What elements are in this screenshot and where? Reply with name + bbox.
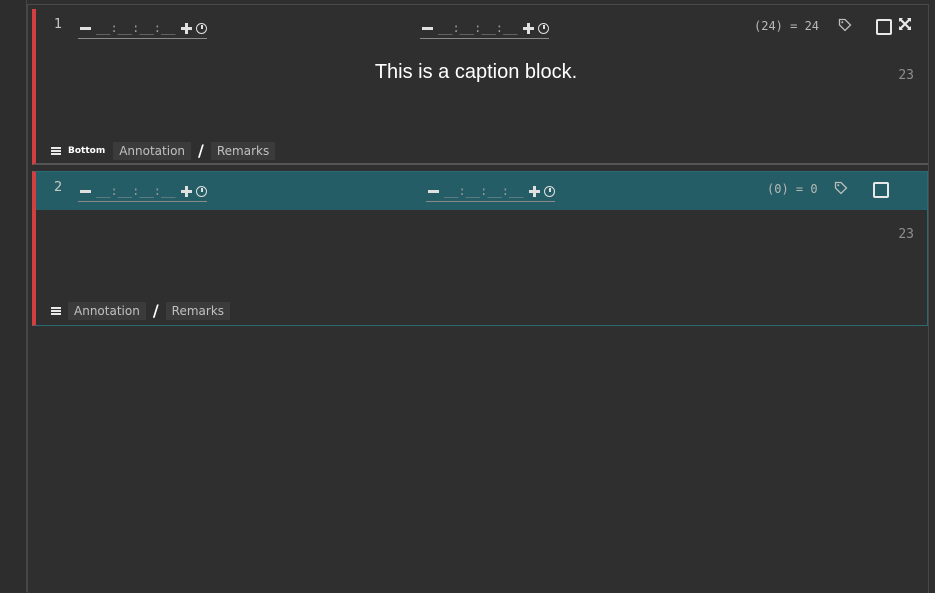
caption-text[interactable]: This is a caption block.	[36, 61, 916, 84]
block-number: 1	[54, 17, 63, 32]
block-number: 2	[54, 180, 63, 195]
tag-icon[interactable]	[834, 181, 848, 195]
end-timecode-group: __:__:__:__	[426, 182, 556, 202]
char-count: 23	[898, 68, 914, 83]
clock-icon[interactable]	[196, 22, 208, 34]
plus-icon[interactable]	[179, 184, 193, 198]
block-header: 1 __:__:__:__ __:__:__:__ (24) = 24	[36, 9, 928, 45]
char-count: 23	[898, 227, 914, 242]
expand-icon[interactable]	[898, 17, 912, 31]
plus-icon[interactable]	[521, 21, 535, 35]
end-timecode-input[interactable]: __:__:__:__	[444, 184, 523, 198]
end-timecode-group: __:__:__:__	[420, 19, 550, 39]
start-timecode-group: __:__:__:__	[78, 19, 208, 39]
caption-list: 1 __:__:__:__ __:__:__:__ (24) = 24 This…	[27, 4, 929, 593]
clock-icon[interactable]	[196, 185, 208, 197]
layers-icon	[51, 146, 61, 155]
remarks-button[interactable]: Remarks	[165, 301, 231, 320]
duration-readout: (24) = 24	[754, 19, 820, 33]
minus-icon[interactable]	[78, 184, 92, 198]
block-footer: Bottom Annotation / Remarks	[50, 141, 276, 160]
layer-label[interactable]: Bottom	[68, 146, 105, 156]
clock-icon[interactable]	[538, 22, 550, 34]
checkbox-icon[interactable]	[876, 19, 892, 35]
start-timecode-group: __:__:__:__	[78, 182, 208, 202]
start-timecode-input[interactable]: __:__:__:__	[96, 21, 175, 35]
minus-icon[interactable]	[78, 21, 92, 35]
caption-block-1[interactable]: 1 __:__:__:__ __:__:__:__ (24) = 24 This…	[32, 9, 928, 165]
left-gutter	[0, 0, 27, 592]
minus-icon[interactable]	[420, 21, 434, 35]
annotation-button[interactable]: Annotation	[113, 141, 192, 160]
end-timecode-input[interactable]: __:__:__:__	[438, 21, 517, 35]
start-timecode-input[interactable]: __:__:__:__	[96, 184, 175, 198]
plus-icon[interactable]	[527, 184, 541, 198]
separator: /	[198, 141, 204, 160]
tag-icon[interactable]	[838, 18, 852, 32]
separator: /	[152, 301, 159, 320]
block-footer: Annotation / Remarks	[50, 301, 231, 320]
layers-icon	[51, 306, 61, 315]
annotation-button[interactable]: Annotation	[68, 301, 146, 320]
duration-readout: (0) = 0	[767, 182, 818, 196]
minus-icon[interactable]	[426, 184, 440, 198]
caption-block-2[interactable]: 2 __:__:__:__ __:__:__:__ (0) = 0 23 Ann…	[32, 171, 928, 326]
remarks-button[interactable]: Remarks	[210, 141, 276, 160]
clock-icon[interactable]	[544, 185, 556, 197]
block-header-selected: 2 __:__:__:__ __:__:__:__ (0) = 0	[36, 172, 927, 210]
plus-icon[interactable]	[179, 21, 193, 35]
checkbox-icon[interactable]	[873, 182, 889, 198]
